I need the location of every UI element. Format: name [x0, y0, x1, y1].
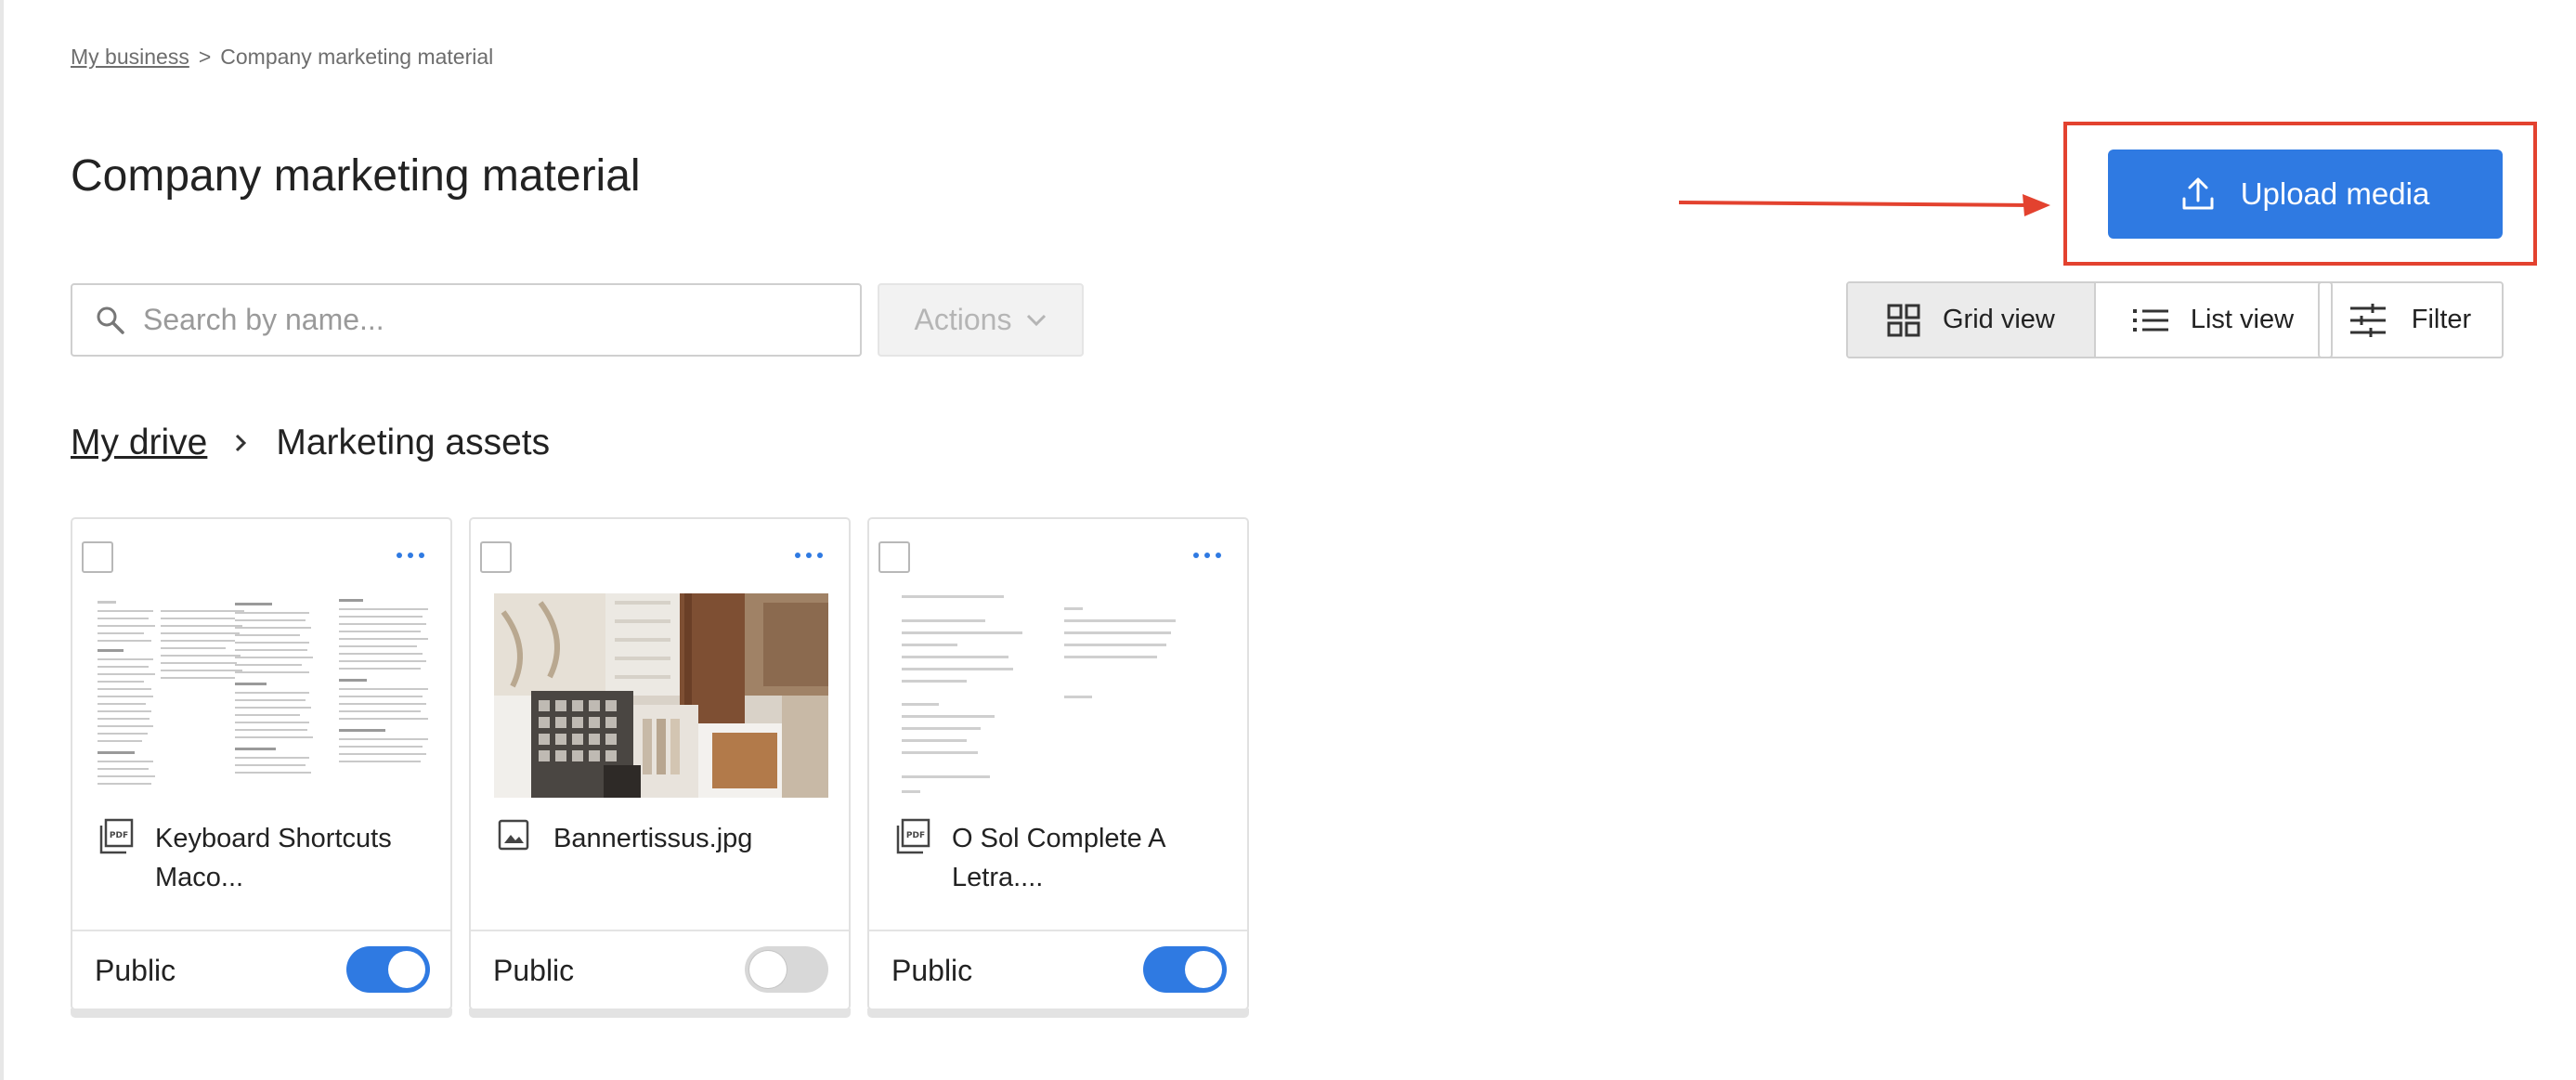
- file-card[interactable]: Bannertissus.jpg Public: [469, 517, 851, 1018]
- upload-media-label: Upload media: [2240, 176, 2430, 211]
- public-label: Public: [493, 954, 575, 987]
- breadcrumb-link-my-business[interactable]: My business: [71, 45, 189, 70]
- svg-text:PDF: PDF: [110, 831, 128, 840]
- upload-icon: [2182, 177, 2214, 210]
- breadcrumb-separator: >: [198, 45, 212, 69]
- grid-icon: [1887, 304, 1920, 336]
- public-label: Public: [95, 954, 176, 987]
- file-name[interactable]: Bannertissus.jpg: [553, 819, 832, 858]
- file-card[interactable]: PDF O Sol Complete A Letra.... Public: [867, 517, 1249, 1018]
- public-label: Public: [891, 954, 973, 987]
- actions-label: Actions: [914, 303, 1012, 336]
- file-name[interactable]: O Sol Complete A Letra....: [952, 819, 1230, 897]
- file-thumbnail[interactable]: [892, 593, 1227, 798]
- search-box[interactable]: [71, 283, 862, 357]
- image-file-icon: [498, 819, 529, 851]
- public-toggle[interactable]: [346, 946, 430, 993]
- svg-text:PDF: PDF: [906, 831, 925, 840]
- filter-button[interactable]: Filter: [2318, 281, 2504, 358]
- search-icon: [97, 306, 124, 334]
- page-edge: [0, 0, 4, 1080]
- drive-breadcrumb-current: Marketing assets: [276, 423, 551, 462]
- public-toggle[interactable]: [745, 946, 828, 993]
- chevron-right-icon: [233, 432, 248, 454]
- sliders-icon: [2349, 303, 2386, 337]
- annotation-arrow: [1678, 194, 2050, 216]
- file-card[interactable]: PDF Keyboard Shortcuts Maco... Public: [71, 517, 452, 1018]
- public-toggle[interactable]: [1143, 946, 1227, 993]
- list-view-button[interactable]: List view: [2093, 283, 2331, 357]
- more-options-icon[interactable]: [1193, 553, 1221, 558]
- more-options-icon[interactable]: [795, 553, 823, 558]
- card-divider: [869, 930, 1247, 931]
- page-title: Company marketing material: [71, 151, 641, 201]
- grid-view-label: Grid view: [1943, 305, 2055, 334]
- grid-view-button[interactable]: Grid view: [1848, 283, 2094, 357]
- pdf-file-icon: PDF: [896, 818, 930, 854]
- list-icon: [2132, 308, 2168, 332]
- file-select-checkbox[interactable]: [878, 541, 910, 573]
- search-input[interactable]: [143, 303, 830, 337]
- file-select-checkbox[interactable]: [480, 541, 512, 573]
- breadcrumb-current: Company marketing material: [220, 45, 494, 69]
- upload-media-button[interactable]: Upload media: [2108, 150, 2503, 239]
- drive-breadcrumb-root[interactable]: My drive: [71, 423, 207, 463]
- list-view-label: List view: [2190, 305, 2295, 334]
- file-select-checkbox[interactable]: [82, 541, 113, 573]
- file-thumbnail[interactable]: [96, 593, 430, 798]
- chevron-down-icon: [1027, 314, 1047, 326]
- card-divider: [72, 930, 450, 931]
- file-thumbnail[interactable]: [494, 593, 828, 798]
- breadcrumb: My business > Company marketing material: [71, 45, 493, 70]
- drive-breadcrumb: My drive Marketing assets: [71, 423, 550, 463]
- pdf-file-icon: PDF: [99, 818, 134, 854]
- card-divider: [471, 930, 849, 931]
- file-name[interactable]: Keyboard Shortcuts Maco...: [155, 819, 434, 897]
- filter-label: Filter: [2411, 305, 2472, 334]
- actions-dropdown[interactable]: Actions: [878, 283, 1084, 357]
- view-toggle: Grid view List view: [1846, 281, 2334, 358]
- more-options-icon[interactable]: [397, 553, 424, 558]
